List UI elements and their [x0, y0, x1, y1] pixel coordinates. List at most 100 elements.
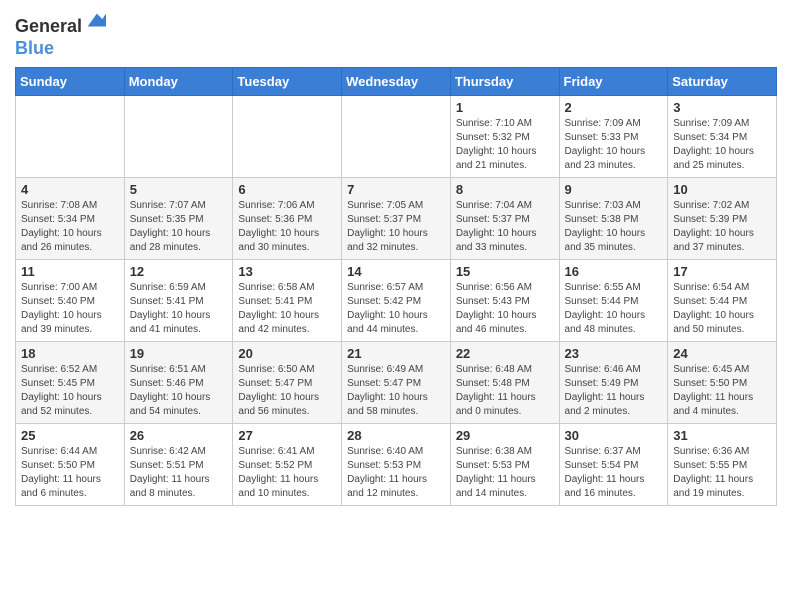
day-number: 22 — [456, 346, 554, 361]
day-number: 1 — [456, 100, 554, 115]
day-number: 20 — [238, 346, 336, 361]
day-cell: 30 Sunrise: 6:37 AMSunset: 5:54 PMDayligh… — [559, 423, 668, 505]
logo-text: General Blue — [15, 10, 106, 59]
header-tuesday: Tuesday — [233, 67, 342, 95]
header-thursday: Thursday — [450, 67, 559, 95]
day-number: 21 — [347, 346, 445, 361]
header-sunday: Sunday — [16, 67, 125, 95]
day-info: Sunrise: 6:41 AMSunset: 5:52 PMDaylight:… — [238, 445, 336, 501]
day-number: 28 — [347, 428, 445, 443]
day-number: 31 — [673, 428, 771, 443]
day-cell: 2Sunrise: 7:09 AMSunset: 5:33 PMDaylight… — [559, 95, 668, 177]
day-info: Sunrise: 7:07 AMSunset: 5:35 PMDaylight:… — [130, 199, 228, 255]
day-info: Sunrise: 6:54 AMSunset: 5:44 PMDaylight:… — [673, 281, 771, 337]
day-cell: 10 Sunrise: 7:02 AMSunset: 5:39 PMDayligh… — [668, 177, 777, 259]
logo-blue: Blue — [15, 38, 106, 59]
day-cell: 28 Sunrise: 6:40 AMSunset: 5:53 PMDayligh… — [342, 423, 451, 505]
day-number: 16 — [565, 264, 663, 279]
day-info: Sunrise: 6:57 AMSunset: 5:42 PMDaylight:… — [347, 281, 445, 337]
header-monday: Monday — [124, 67, 233, 95]
day-number: 19 — [130, 346, 228, 361]
day-info: Sunrise: 6:58 AMSunset: 5:41 PMDaylight:… — [238, 281, 336, 337]
day-info: Sunrise: 7:02 AMSunset: 5:39 PMDaylight:… — [673, 199, 771, 255]
day-info: Sunrise: 6:38 AMSunset: 5:53 PMDaylight:… — [456, 445, 554, 501]
day-number: 11 — [21, 264, 119, 279]
day-number: 15 — [456, 264, 554, 279]
day-cell: 18Sunrise: 6:52 AMSunset: 5:45 PMDayligh… — [16, 341, 125, 423]
page-container: General Blue SundayMondayTuesdayWednesda… — [0, 0, 792, 516]
calendar-body: 1 Sunrise: 7:10 AMSunset: 5:32 PMDaylight… — [16, 95, 777, 505]
day-info: Sunrise: 7:03 AMSunset: 5:38 PMDaylight:… — [565, 199, 663, 255]
day-cell: 25 Sunrise: 6:44 AMSunset: 5:50 PMDayligh… — [16, 423, 125, 505]
day-info: Sunrise: 6:42 AMSunset: 5:51 PMDaylight:… — [130, 445, 228, 501]
day-cell: 19Sunrise: 6:51 AMSunset: 5:46 PMDayligh… — [124, 341, 233, 423]
day-info: Sunrise: 6:50 AMSunset: 5:47 PMDaylight:… — [238, 363, 336, 419]
day-number: 23 — [565, 346, 663, 361]
week-row-3: 18Sunrise: 6:52 AMSunset: 5:45 PMDayligh… — [16, 341, 777, 423]
day-number: 5 — [130, 182, 228, 197]
day-number: 3 — [673, 100, 771, 115]
logo: General Blue — [15, 10, 106, 59]
day-info: Sunrise: 6:55 AMSunset: 5:44 PMDaylight:… — [565, 281, 663, 337]
day-cell: 8Sunrise: 7:04 AMSunset: 5:37 PMDaylight… — [450, 177, 559, 259]
day-number: 10 — [673, 182, 771, 197]
calendar-header-row: SundayMondayTuesdayWednesdayThursdayFrid… — [16, 67, 777, 95]
week-row-4: 25 Sunrise: 6:44 AMSunset: 5:50 PMDayligh… — [16, 423, 777, 505]
day-cell: 14Sunrise: 6:57 AMSunset: 5:42 PMDayligh… — [342, 259, 451, 341]
day-cell: 9Sunrise: 7:03 AMSunset: 5:38 PMDaylight… — [559, 177, 668, 259]
day-cell — [124, 95, 233, 177]
header-friday: Friday — [559, 67, 668, 95]
day-cell: 21 Sunrise: 6:49 AMSunset: 5:47 PMDayligh… — [342, 341, 451, 423]
page-header: General Blue — [15, 10, 777, 59]
day-cell: 3 Sunrise: 7:09 AMSunset: 5:34 PMDaylight… — [668, 95, 777, 177]
day-cell: 4Sunrise: 7:08 AMSunset: 5:34 PMDaylight… — [16, 177, 125, 259]
week-row-0: 1 Sunrise: 7:10 AMSunset: 5:32 PMDaylight… — [16, 95, 777, 177]
day-cell: 24Sunrise: 6:45 AMSunset: 5:50 PMDayligh… — [668, 341, 777, 423]
day-cell: 5 Sunrise: 7:07 AMSunset: 5:35 PMDaylight… — [124, 177, 233, 259]
calendar-table: SundayMondayTuesdayWednesdayThursdayFrid… — [15, 67, 777, 506]
day-cell: 7Sunrise: 7:05 AMSunset: 5:37 PMDaylight… — [342, 177, 451, 259]
day-cell: 11 Sunrise: 7:00 AMSunset: 5:40 PMDayligh… — [16, 259, 125, 341]
day-cell: 29 Sunrise: 6:38 AMSunset: 5:53 PMDayligh… — [450, 423, 559, 505]
week-row-1: 4Sunrise: 7:08 AMSunset: 5:34 PMDaylight… — [16, 177, 777, 259]
day-info: Sunrise: 7:10 AMSunset: 5:32 PMDaylight:… — [456, 117, 554, 173]
day-info: Sunrise: 6:40 AMSunset: 5:53 PMDaylight:… — [347, 445, 445, 501]
day-cell: 26 Sunrise: 6:42 AMSunset: 5:51 PMDayligh… — [124, 423, 233, 505]
day-number: 8 — [456, 182, 554, 197]
day-number: 2 — [565, 100, 663, 115]
day-info: Sunrise: 6:36 AMSunset: 5:55 PMDaylight:… — [673, 445, 771, 501]
day-info: Sunrise: 6:48 AMSunset: 5:48 PMDaylight:… — [456, 363, 554, 419]
day-number: 6 — [238, 182, 336, 197]
day-info: Sunrise: 7:09 AMSunset: 5:34 PMDaylight:… — [673, 117, 771, 173]
day-number: 27 — [238, 428, 336, 443]
day-info: Sunrise: 6:49 AMSunset: 5:47 PMDaylight:… — [347, 363, 445, 419]
day-cell: 17Sunrise: 6:54 AMSunset: 5:44 PMDayligh… — [668, 259, 777, 341]
day-number: 29 — [456, 428, 554, 443]
day-info: Sunrise: 6:59 AMSunset: 5:41 PMDaylight:… — [130, 281, 228, 337]
day-cell: 15Sunrise: 6:56 AMSunset: 5:43 PMDayligh… — [450, 259, 559, 341]
day-info: Sunrise: 6:52 AMSunset: 5:45 PMDaylight:… — [21, 363, 119, 419]
day-number: 12 — [130, 264, 228, 279]
logo-icon — [84, 10, 106, 32]
day-number: 30 — [565, 428, 663, 443]
day-cell: 16 Sunrise: 6:55 AMSunset: 5:44 PMDayligh… — [559, 259, 668, 341]
day-info: Sunrise: 6:44 AMSunset: 5:50 PMDaylight:… — [21, 445, 119, 501]
day-number: 25 — [21, 428, 119, 443]
day-info: Sunrise: 6:37 AMSunset: 5:54 PMDaylight:… — [565, 445, 663, 501]
day-number: 26 — [130, 428, 228, 443]
day-cell: 22 Sunrise: 6:48 AMSunset: 5:48 PMDayligh… — [450, 341, 559, 423]
day-cell — [16, 95, 125, 177]
day-number: 24 — [673, 346, 771, 361]
week-row-2: 11 Sunrise: 7:00 AMSunset: 5:40 PMDayligh… — [16, 259, 777, 341]
day-cell: 12 Sunrise: 6:59 AMSunset: 5:41 PMDayligh… — [124, 259, 233, 341]
day-cell: 31 Sunrise: 6:36 AMSunset: 5:55 PMDayligh… — [668, 423, 777, 505]
day-info: Sunrise: 7:05 AMSunset: 5:37 PMDaylight:… — [347, 199, 445, 255]
day-info: Sunrise: 6:46 AMSunset: 5:49 PMDaylight:… — [565, 363, 663, 419]
day-cell: 13 Sunrise: 6:58 AMSunset: 5:41 PMDayligh… — [233, 259, 342, 341]
day-number: 13 — [238, 264, 336, 279]
header-saturday: Saturday — [668, 67, 777, 95]
day-cell — [233, 95, 342, 177]
day-cell: 6Sunrise: 7:06 AMSunset: 5:36 PMDaylight… — [233, 177, 342, 259]
day-info: Sunrise: 7:00 AMSunset: 5:40 PMDaylight:… — [21, 281, 119, 337]
day-cell: 27 Sunrise: 6:41 AMSunset: 5:52 PMDayligh… — [233, 423, 342, 505]
